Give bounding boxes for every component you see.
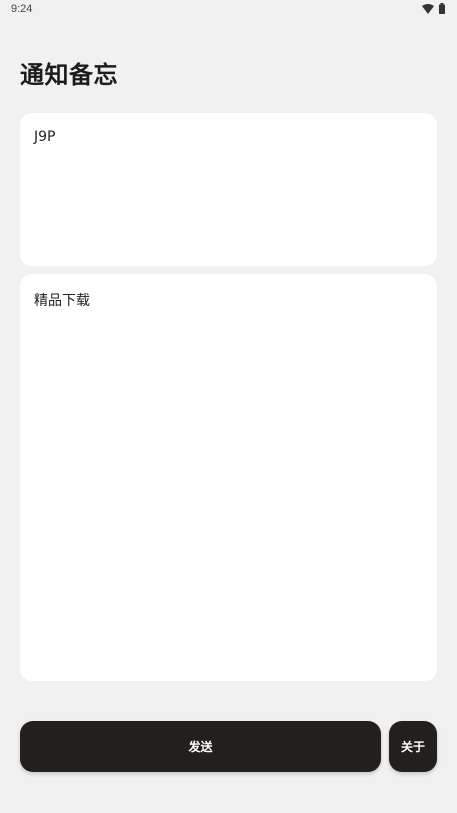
send-button[interactable]: 发送 xyxy=(20,721,381,772)
about-button[interactable]: 关于 xyxy=(389,721,437,772)
status-icons xyxy=(422,3,445,14)
title-input[interactable]: J9P xyxy=(20,113,437,266)
wifi-icon xyxy=(422,3,434,14)
battery-icon xyxy=(439,3,445,14)
content-input[interactable]: 精品下载 xyxy=(20,274,437,681)
page-title: 通知备忘 xyxy=(20,61,118,89)
status-bar: 9:24 xyxy=(0,0,457,20)
status-time: 9:24 xyxy=(11,3,33,15)
